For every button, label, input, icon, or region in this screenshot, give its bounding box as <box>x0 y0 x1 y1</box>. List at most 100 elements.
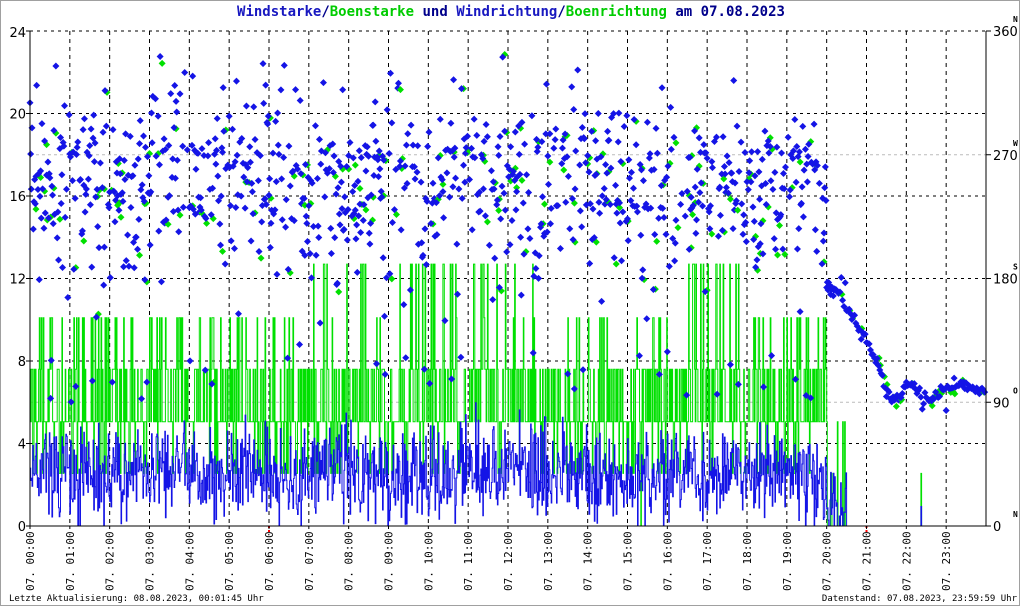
wind-direction-point <box>837 273 845 281</box>
wind-direction-point <box>315 234 323 242</box>
wind-direction-point <box>820 229 828 237</box>
wind-direction-point <box>216 220 224 228</box>
wind-direction-point <box>729 225 737 233</box>
gust-direction-point <box>483 218 491 226</box>
wind-direction-point <box>212 160 220 168</box>
wind-direction-point <box>436 115 444 123</box>
wind-direction-point <box>564 172 572 180</box>
wind-direction-point <box>695 134 703 142</box>
x-tick-label: 07. 07:00 <box>303 531 316 591</box>
left-tick-label: 12 <box>9 273 26 288</box>
x-tick-label: 07. 16:00 <box>661 531 674 591</box>
wind-direction-point <box>596 209 604 217</box>
wind-direction-point <box>799 213 807 221</box>
wind-direction-point <box>106 274 114 282</box>
wind-direction-point <box>468 226 476 234</box>
wind-direction-point <box>494 143 502 151</box>
wind-direction-point <box>171 82 179 90</box>
wind-direction-point <box>696 189 704 197</box>
wind-direction-point <box>811 226 819 234</box>
wind-direction-point <box>693 216 701 224</box>
wind-direction-point <box>756 195 764 203</box>
wind-direction-point <box>615 109 623 117</box>
wind-direction-point <box>799 122 807 130</box>
wind-direction-point <box>450 76 458 84</box>
wind-direction-point <box>455 185 463 193</box>
wind-direction-point <box>753 256 761 264</box>
wind-direction-point <box>73 143 81 151</box>
wind-direction-point <box>362 167 370 175</box>
wind-direction-point <box>217 241 225 249</box>
wind-direction-point <box>316 319 324 327</box>
wind-direction-point <box>145 172 153 180</box>
wind-direction-point <box>127 203 135 211</box>
wind-direction-point <box>282 196 290 204</box>
wind-direction-point <box>576 161 584 169</box>
wind-direction-point <box>306 250 314 258</box>
wind-direction-point <box>33 81 41 89</box>
compass-label: N <box>1013 510 1018 519</box>
wind-direction-point <box>655 214 663 222</box>
wind-direction-point <box>371 98 379 106</box>
x-tick-label: 07. 17:00 <box>701 531 714 591</box>
wind-direction-point <box>131 161 139 169</box>
wind-direction-point <box>761 127 769 135</box>
wind-direction-point <box>754 148 762 156</box>
wind-direction-point <box>725 159 733 167</box>
wind-direction-point <box>651 230 659 238</box>
wind-direction-point <box>592 137 600 145</box>
wind-direction-point <box>273 270 281 278</box>
wind-direction-point <box>262 81 270 89</box>
wind-direction-point <box>319 79 327 87</box>
wind-direction-point <box>38 120 46 128</box>
x-tick-label: 07. 11:00 <box>462 531 475 591</box>
wind-direction-point <box>414 142 422 150</box>
wind-direction-point <box>425 128 433 136</box>
wind-direction-point <box>571 185 579 193</box>
compass-label: W <box>1013 139 1018 148</box>
wind-direction-point <box>227 237 235 245</box>
wind-direction-point <box>102 122 110 130</box>
wind-direction-point <box>768 352 776 360</box>
wind-direction-point <box>529 349 537 357</box>
wind-direction-point <box>950 374 958 382</box>
wind-direction-point <box>272 117 280 125</box>
wind-direction-point <box>337 178 345 186</box>
wind-direction-point <box>627 168 635 176</box>
wind-direction-point <box>748 148 756 156</box>
wind-direction-point <box>918 405 926 413</box>
wind-direction-point <box>600 185 608 193</box>
wind-direction-point <box>134 245 142 253</box>
wind-direction-point <box>109 126 117 134</box>
wind-direction-point <box>352 235 360 243</box>
wind-direction-point <box>365 229 373 237</box>
wind-direction-point <box>677 200 685 208</box>
wind-direction-point <box>598 297 606 305</box>
wind-direction-point <box>250 103 258 111</box>
wind-direction-point <box>376 165 384 173</box>
wind-direction-point <box>277 86 285 94</box>
wind-direction-point <box>653 149 661 157</box>
wind-direction-point <box>449 183 457 191</box>
wind-direction-point <box>181 68 189 76</box>
x-tick-label: 07. 14:00 <box>582 531 595 591</box>
wind-direction-point <box>708 164 716 172</box>
wind-direction-point <box>304 238 312 246</box>
x-tick-label: 07. 09:00 <box>383 531 396 591</box>
right-tick-label: 270 <box>993 149 1018 164</box>
wind-direction-point <box>663 348 671 356</box>
wind-direction-point <box>369 121 377 129</box>
wind-direction-point <box>719 133 727 141</box>
wind-direction-point <box>82 190 90 198</box>
wind-direction-point <box>714 232 722 240</box>
wind-direction-point <box>700 141 708 149</box>
wind-direction-point <box>381 370 389 378</box>
wind-direction-point <box>551 136 559 144</box>
wind-direction-point <box>57 200 65 208</box>
last-update-text: Letzte Aktualisierung: 08.08.2023, 00:01… <box>9 594 264 604</box>
wind-direction-point <box>769 185 777 193</box>
wind-direction-point <box>447 119 455 127</box>
wind-direction-point <box>457 353 465 361</box>
wind-direction-point <box>37 214 45 222</box>
wind-direction-point <box>749 203 757 211</box>
